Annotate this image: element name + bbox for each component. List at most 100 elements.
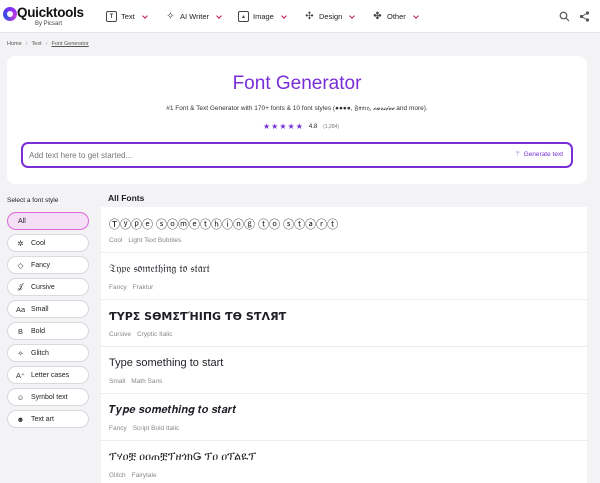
- font-name: Cryptic Italic: [137, 331, 173, 338]
- cursive-icon: 𝒥: [17, 282, 24, 291]
- nav-image[interactable]: ▴ Image: [238, 0, 287, 33]
- logo-text: Quicktools: [17, 5, 84, 20]
- font-meta: Small Math Sans: [109, 378, 162, 385]
- style-small-label: Small: [31, 305, 49, 313]
- nav-text[interactable]: T Text: [106, 0, 148, 33]
- style-letter-cases-label: Letter cases: [31, 371, 70, 379]
- style-bold-label: Bold: [31, 327, 46, 335]
- star-icon: ★: [271, 122, 279, 131]
- chevron-down-icon: [141, 12, 148, 19]
- smiley-icon: ☺: [16, 392, 25, 402]
- font-name: Fairytale: [131, 472, 157, 479]
- style-fancy-button[interactable]: ◇ Fancy: [7, 256, 89, 274]
- nav-design[interactable]: ✣ Design: [304, 0, 356, 33]
- font-sample[interactable]: ፕሃዐቿ ዐዐጠቿፕዘጎክǤ ፕዐ ዐፕልዪፕ: [109, 451, 256, 464]
- style-text-art-button[interactable]: ☻ Text art: [7, 410, 89, 428]
- text-input[interactable]: [29, 148, 499, 163]
- subtitle-suffix: and more).: [394, 105, 428, 112]
- rating-count: (1,284): [323, 124, 340, 130]
- star-icon: ★: [295, 122, 303, 131]
- chevron-down-icon: [349, 12, 356, 19]
- font-style-heading: Select a font style: [7, 197, 59, 204]
- style-glitch-button[interactable]: ✧ Glitch: [7, 344, 89, 362]
- rating-stars: ★ ★ ★ ★ ★: [263, 123, 303, 131]
- font-category: Cursive: [109, 331, 132, 338]
- page-title: Font Generator: [232, 73, 362, 94]
- style-cursive-button[interactable]: 𝒥 Cursive: [7, 278, 89, 296]
- chevron-down-icon: [412, 12, 419, 19]
- subtitle-prefix: #1 Font & Text Generator with 170+ fonts…: [166, 105, 336, 112]
- font-list-item[interactable]: 𝑻𝒚𝒑𝒆 𝒔𝒐𝒎𝒆𝒕𝒉𝒊𝒏𝒈 𝒕𝒐 𝒔𝒕𝒂𝒓𝒕 Fancy Script Bol…: [101, 395, 587, 441]
- magic-wand-icon: ⚚: [514, 151, 521, 158]
- nav-ai-writer-label: AI Writer: [180, 12, 210, 21]
- font-name: Fraktur: [132, 284, 154, 291]
- style-bold-button[interactable]: B Bold: [7, 322, 89, 340]
- star-icon: ★: [263, 122, 271, 131]
- style-all-button[interactable]: All: [7, 212, 89, 230]
- breadcrumb-home[interactable]: Home: [7, 41, 22, 47]
- generate-text-label: Generate text: [523, 150, 563, 158]
- rating-value: 4.8: [308, 124, 318, 130]
- font-list-item[interactable]: ፕሃዐቿ ዐዐጠቿፕዘጎክǤ ፕዐ ዐፕልዪፕ Glitch Fairytale: [101, 442, 587, 483]
- diamond-icon: ◇: [17, 260, 24, 270]
- font-sample[interactable]: 𝑻𝒚𝒑𝒆 𝒔𝒐𝒎𝒆𝒕𝒉𝒊𝒏𝒈 𝒕𝒐 𝒔𝒕𝒂𝒓𝒕: [109, 404, 236, 417]
- all-fonts-heading: All Fonts: [108, 193, 145, 203]
- font-meta: Fancy Fraktur: [109, 284, 153, 291]
- style-cursive-label: Cursive: [31, 283, 55, 291]
- font-sample[interactable]: Ⓣⓨⓟⓔ ⓢⓞⓜⓔⓣⓗⓘⓝⓖ ⓣⓞ ⓢⓣⓐⓡⓣ: [109, 216, 338, 232]
- font-sample[interactable]: ƬYPΣ SӨMΣƬΉIПG ƬӨ SƬΛЯƬ: [109, 310, 286, 323]
- chevron-down-icon: [216, 12, 222, 19]
- chevron-down-icon: [281, 12, 287, 19]
- letter-case-icon: A⁺: [16, 370, 25, 380]
- style-symbol-text-button[interactable]: ☺ Symbol text: [7, 388, 89, 406]
- nav-other-label: Other: [387, 12, 406, 21]
- cool-icon: ✲: [17, 238, 24, 248]
- font-name: Script Bold Italic: [132, 425, 180, 432]
- font-name: Math Sans: [131, 378, 163, 385]
- design-icon: ✣: [305, 11, 314, 22]
- style-all-label: All: [18, 217, 26, 225]
- font-list-item[interactable]: Ⓣⓨⓟⓔ ⓢⓞⓜⓔⓣⓗⓘⓝⓖ ⓣⓞ ⓢⓣⓐⓡⓣ Cool Light Text …: [101, 207, 587, 253]
- logo-subtext: By Picsart: [35, 21, 63, 27]
- star-icon: ★: [279, 122, 287, 131]
- bold-icon: B: [17, 326, 23, 336]
- style-cool-label: Cool: [31, 239, 46, 247]
- generate-text-button[interactable]: ⚚ Generate text: [514, 150, 563, 159]
- share-icon[interactable]: [578, 10, 591, 23]
- font-list-item[interactable]: Type something to start Small Math Sans: [101, 348, 587, 394]
- subtitle-fancy: 𝔉𝔞𝔫𝔠𝔶: [354, 105, 370, 112]
- font-sample[interactable]: Type something to start: [109, 357, 223, 369]
- font-list: Ⓣⓨⓟⓔ ⓢⓞⓜⓔⓣⓗⓘⓝⓖ ⓣⓞ ⓢⓣⓐⓡⓣ Cool Light Text …: [101, 207, 587, 483]
- text-art-icon: ☻: [16, 414, 25, 424]
- breadcrumb-current[interactable]: Font Generator: [51, 41, 88, 47]
- page-subtitle: #1 Font & Text Generator with 170+ fonts…: [7, 104, 587, 113]
- font-category: Fancy: [109, 284, 127, 291]
- font-meta: Cool Light Text Bubbles: [109, 237, 181, 244]
- font-list-item[interactable]: ƬYPΣ SӨMΣƬΉIПG ƬӨ SƬΛЯƬ Cursive Cryptic …: [101, 301, 587, 347]
- breadcrumb: Home › Text › Font Generator: [7, 41, 89, 47]
- search-icon[interactable]: [558, 10, 571, 23]
- breadcrumb-text[interactable]: Text: [32, 41, 42, 47]
- style-small-button[interactable]: Aa Small: [7, 300, 89, 318]
- quicktools-logo[interactable]: Quicktools By Picsart: [3, 4, 84, 30]
- style-cool-button[interactable]: ✲ Cool: [7, 234, 89, 252]
- subtitle-cursive: 𝓬𝓾𝓻𝓼𝓲𝓿𝓮: [373, 104, 395, 112]
- style-letter-cases-button[interactable]: A⁺ Letter cases: [7, 366, 89, 384]
- small-text-icon: Aa: [16, 304, 26, 314]
- nav-image-label: Image: [253, 12, 274, 21]
- font-meta: Cursive Cryptic Italic: [109, 331, 172, 338]
- font-list-item[interactable]: 𝔗𝔶𝔭𝔢 𝔰𝔬𝔪𝔢𝔱𝔥𝔦𝔫𝔤 𝔱𝔬 𝔰𝔱𝔞𝔯𝔱 Fancy Fraktur: [101, 254, 587, 300]
- subtitle-bubbles: ●●●●: [335, 105, 351, 112]
- font-sample[interactable]: 𝔗𝔶𝔭𝔢 𝔰𝔬𝔪𝔢𝔱𝔥𝔦𝔫𝔤 𝔱𝔬 𝔰𝔱𝔞𝔯𝔱: [109, 263, 210, 276]
- font-meta: Fancy Script Bold Italic: [109, 425, 179, 432]
- glitch-icon: ✧: [17, 348, 24, 358]
- font-category: Small: [109, 378, 126, 385]
- nav-text-label: Text: [121, 12, 135, 21]
- hero-card: Font Generator #1 Font & Text Generator …: [7, 56, 587, 184]
- top-navigation-bar: Quicktools By Picsart T Text ✧ AI Writer…: [0, 0, 600, 33]
- style-fancy-label: Fancy: [31, 261, 51, 269]
- font-category: Fancy: [109, 425, 127, 432]
- nav-other[interactable]: ✤ Other: [372, 0, 419, 33]
- rating: ★ ★ ★ ★ ★ 4.8 (1,284): [263, 123, 339, 131]
- nav-ai-writer[interactable]: ✧ AI Writer: [165, 0, 222, 33]
